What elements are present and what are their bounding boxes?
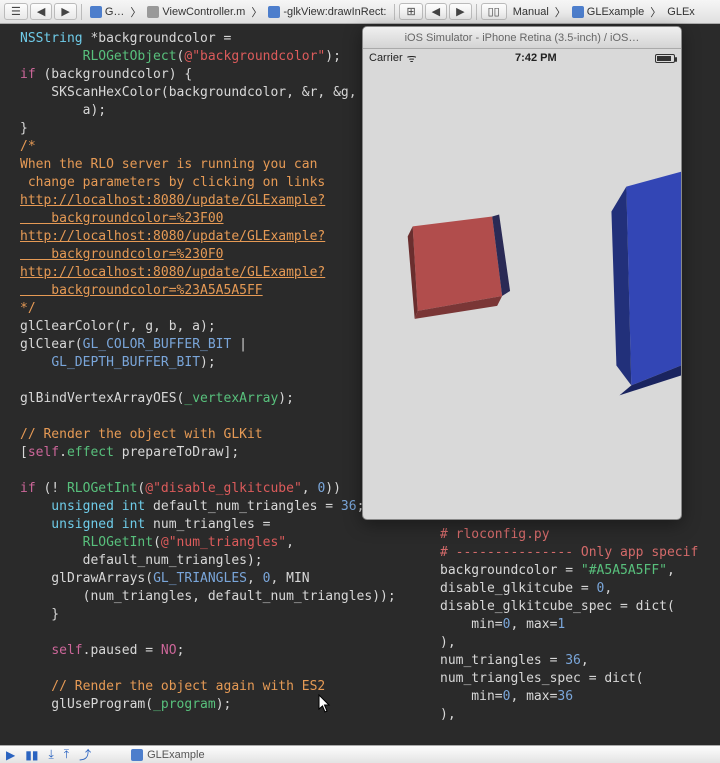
- sim-title-bar[interactable]: iOS Simulator - iPhone Retina (3.5-inch)…: [363, 27, 681, 49]
- right-editor[interactable]: # rloconfig.py # --------------- Only ap…: [440, 526, 716, 724]
- file-crumb-2[interactable]: ViewController.m: [143, 5, 249, 19]
- toggle-panel-button[interactable]: ☰: [4, 3, 28, 20]
- link-2[interactable]: http://localhost:8080/update/GLExample?: [20, 229, 325, 244]
- file-crumb-1[interactable]: G…: [86, 5, 129, 19]
- bottom-toolbar: ▶ ▮▮ ⤓ ⤒ ⤴ GLExample: [0, 745, 720, 763]
- blue-cube: [611, 172, 681, 396]
- nav-fwd-2[interactable]: ▶: [449, 3, 471, 20]
- nav-back-2[interactable]: ◀: [425, 3, 447, 20]
- nav-back-button[interactable]: ◀: [30, 3, 52, 20]
- assistant-mode[interactable]: Manual: [509, 5, 553, 19]
- related-button[interactable]: ⊞: [399, 3, 422, 20]
- step-over-icon[interactable]: ⤒: [64, 747, 69, 762]
- file-icon: [147, 6, 159, 18]
- pause-icon[interactable]: ▮▮: [25, 748, 38, 762]
- project-icon: [572, 6, 584, 18]
- run-icon[interactable]: ▶: [6, 748, 15, 762]
- project-icon: [131, 749, 143, 761]
- assistant-target[interactable]: GLEx: [663, 5, 699, 19]
- sim-status-bar: Carrier ᯤ 7:42 PM: [363, 49, 681, 67]
- method-crumb[interactable]: -glkView:drawInRect:: [264, 5, 390, 19]
- wifi-icon: ᯤ: [407, 51, 417, 66]
- assistant-file[interactable]: GLExample: [568, 5, 648, 19]
- split-button[interactable]: ▯▯: [481, 3, 507, 20]
- step-out-icon[interactable]: ⤴: [79, 746, 91, 763]
- link-3[interactable]: http://localhost:8080/update/GLExample?: [20, 265, 325, 280]
- carrier-label: Carrier: [369, 52, 403, 64]
- sim-gl-canvas: [363, 67, 681, 519]
- ios-simulator-window[interactable]: iOS Simulator - iPhone Retina (3.5-inch)…: [362, 26, 682, 520]
- nav-forward-button[interactable]: ▶: [54, 3, 76, 20]
- battery-icon: [655, 54, 675, 63]
- clock-label: 7:42 PM: [417, 52, 655, 64]
- project-icon: [90, 6, 102, 18]
- link-1[interactable]: http://localhost:8080/update/GLExample?: [20, 193, 325, 208]
- method-icon: [268, 6, 280, 18]
- red-cube: [408, 214, 510, 318]
- step-icon[interactable]: ⤓: [48, 747, 53, 762]
- top-toolbar: ☰ ◀ ▶ G… 〉 ViewController.m 〉 -glkView:d…: [0, 0, 720, 24]
- bottom-crumb[interactable]: GLExample: [131, 749, 204, 761]
